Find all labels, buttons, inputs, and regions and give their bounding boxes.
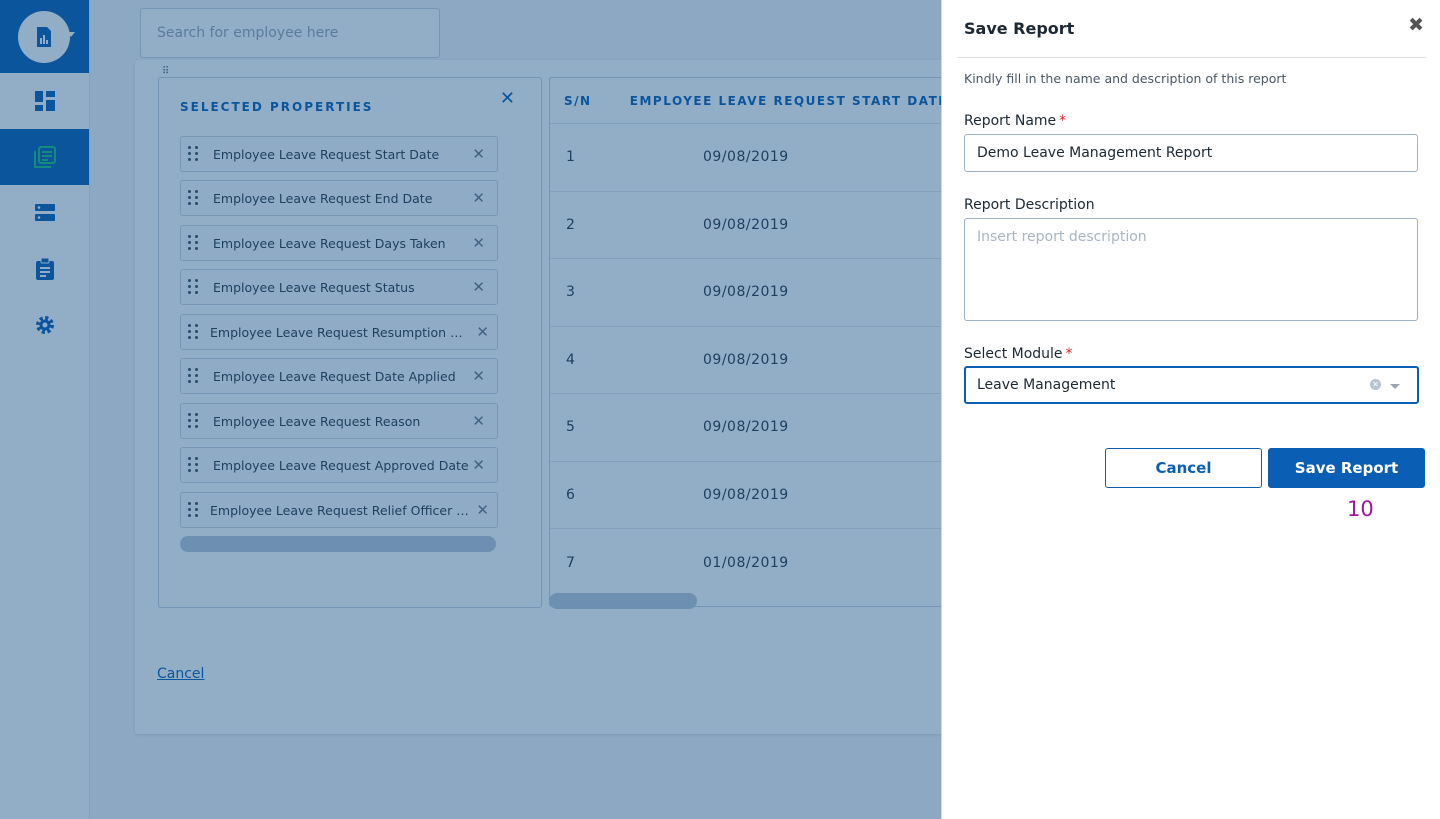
step-number: 10 [1347,497,1374,521]
select-module-label: Select Module * [964,346,1073,362]
report-description-input[interactable] [964,218,1418,321]
module-select[interactable]: Leave Management ✕ [964,366,1419,404]
required-marker: * [1065,346,1073,362]
required-marker: * [1059,113,1067,129]
clear-icon[interactable]: ✕ [1370,379,1381,390]
close-icon[interactable]: ✖ [1408,14,1424,36]
report-name-label-text: Report Name [964,113,1057,129]
report-name-label: Report Name * [964,113,1066,129]
report-name-input[interactable] [964,134,1418,172]
modal-title: Save Report [964,19,1075,38]
module-select-value: Leave Management [977,377,1116,393]
save-report-modal: Save Report ✖ Kindly fill in the name an… [941,0,1440,819]
modal-subtitle: Kindly fill in the name and description … [964,71,1287,86]
save-report-button[interactable]: Save Report [1268,448,1425,488]
report-description-label: Report Description [964,197,1095,213]
chevron-down-icon[interactable] [1390,384,1400,389]
cancel-button[interactable]: Cancel [1105,448,1262,488]
select-module-label-text: Select Module [964,346,1063,362]
divider [957,57,1426,58]
